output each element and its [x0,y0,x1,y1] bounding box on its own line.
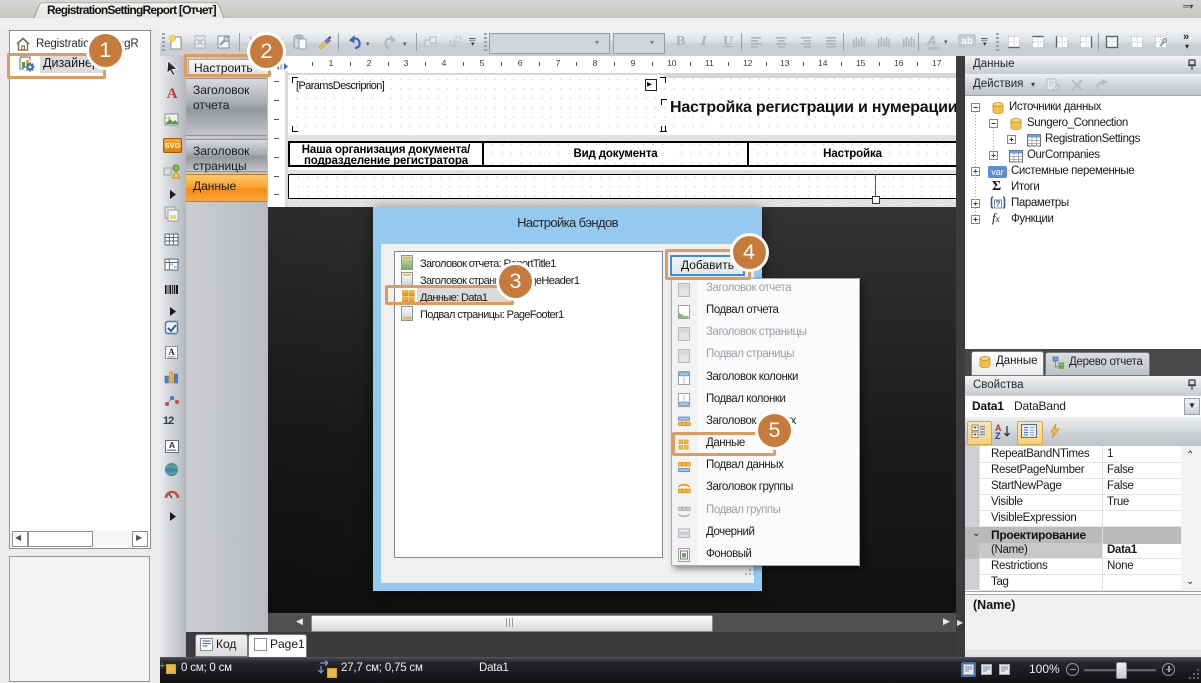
svg-text:A: A [169,440,175,450]
svg-text:?: ? [996,200,1001,209]
svg-text:Z: Z [995,431,1001,440]
svg-text:A: A [168,347,175,357]
